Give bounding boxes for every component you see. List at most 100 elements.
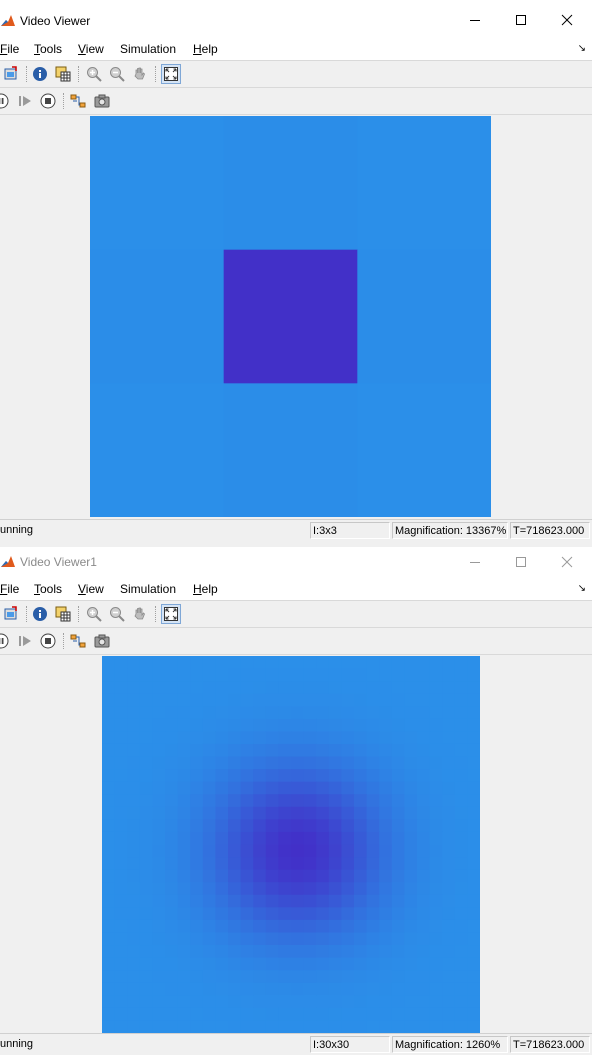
menu-tools[interactable]: Tools xyxy=(34,42,62,56)
pixel-cell xyxy=(391,995,405,1009)
pixel-cell xyxy=(354,970,368,984)
pixel-cell xyxy=(303,982,317,996)
pixel-cell xyxy=(454,693,468,707)
new-viewer-button[interactable] xyxy=(2,605,20,623)
stop-button[interactable] xyxy=(39,92,57,110)
menu-view[interactable]: View xyxy=(78,42,104,56)
pixel-cell xyxy=(114,831,128,846)
pixel-cell xyxy=(316,731,330,745)
pause-button[interactable] xyxy=(0,92,10,110)
pixel-cell xyxy=(202,756,216,770)
pixel-cell xyxy=(240,882,254,896)
pixel-cell xyxy=(379,982,393,996)
pixel-cell xyxy=(467,706,481,720)
pixel-cell xyxy=(404,932,418,946)
highlight-simulink-button[interactable] xyxy=(69,632,87,650)
zoom-out-button[interactable] xyxy=(108,65,126,83)
video-frame[interactable] xyxy=(90,116,492,518)
pixel-cell xyxy=(139,882,153,896)
pixel-cell xyxy=(454,995,468,1009)
pixel-cell xyxy=(265,718,279,732)
pause-button[interactable] xyxy=(0,632,10,650)
pixel-cell xyxy=(253,907,267,921)
video-frame[interactable] xyxy=(102,656,481,1034)
zoom-in-button[interactable] xyxy=(85,65,103,83)
dock-arrow-icon[interactable]: ↘ xyxy=(578,583,586,594)
menu-file[interactable]: File xyxy=(0,582,19,596)
pixel-cell xyxy=(253,718,267,732)
zoom-out-button[interactable] xyxy=(108,605,126,623)
maximize-button[interactable] xyxy=(498,547,544,577)
zoom-in-button[interactable] xyxy=(85,605,103,623)
minimize-button[interactable] xyxy=(452,0,498,39)
pixel-cell xyxy=(253,869,267,883)
pixel-cell xyxy=(303,806,317,820)
pixel-cell xyxy=(328,706,342,720)
menu-simulation[interactable]: Simulation xyxy=(120,582,176,596)
pixel-cell xyxy=(467,882,481,896)
pixel-cell xyxy=(291,1020,305,1034)
pixel-cell xyxy=(278,957,292,971)
pixel-cell xyxy=(202,970,216,984)
menu-file[interactable]: File xyxy=(0,42,19,56)
pixel-cell xyxy=(328,781,342,795)
pixel-cell xyxy=(139,844,153,858)
pixel-region-button[interactable] xyxy=(54,605,72,623)
info-button[interactable] xyxy=(31,65,49,83)
pixel-cell xyxy=(127,668,141,682)
pixel-cell xyxy=(240,907,254,921)
menu-view[interactable]: View xyxy=(78,582,104,596)
maximize-button[interactable] xyxy=(498,0,544,39)
menu-help[interactable]: Help xyxy=(193,582,218,596)
pixel-cell xyxy=(316,945,330,959)
pixel-cell xyxy=(328,819,342,833)
pixel-cell xyxy=(90,116,225,251)
pixel-region-button[interactable] xyxy=(54,65,72,83)
close-button[interactable] xyxy=(544,0,590,39)
pixel-cell xyxy=(291,894,305,908)
menu-help[interactable]: Help xyxy=(193,42,218,56)
menu-tools[interactable]: Tools xyxy=(34,582,62,596)
pixel-cell xyxy=(303,831,317,846)
pixel-cell xyxy=(265,1020,279,1034)
snapshot-button[interactable] xyxy=(93,632,111,650)
pan-button[interactable] xyxy=(131,605,149,623)
pixel-cell xyxy=(202,706,216,720)
title-bar[interactable]: Video Viewer1 xyxy=(0,547,592,579)
pixel-cell xyxy=(467,1007,481,1022)
video-viewer1-window: Video Viewer1 File Tools View Simulation… xyxy=(0,547,592,1055)
snapshot-button[interactable] xyxy=(93,92,111,110)
info-button[interactable] xyxy=(31,605,49,623)
pixel-cell xyxy=(417,693,431,707)
new-viewer-button[interactable] xyxy=(2,65,20,83)
pixel-cell xyxy=(265,731,279,745)
minimize-button[interactable] xyxy=(452,547,498,577)
pixel-cell xyxy=(240,995,254,1009)
matlab-icon[interactable] xyxy=(0,554,16,570)
stop-button[interactable] xyxy=(39,632,57,650)
title-bar[interactable]: Video Viewer xyxy=(0,0,592,39)
pixel-cell xyxy=(152,957,166,971)
fit-to-view-button[interactable] xyxy=(161,604,181,624)
step-forward-button[interactable] xyxy=(16,92,34,110)
pixel-cell xyxy=(303,781,317,795)
step-forward-button[interactable] xyxy=(16,632,34,650)
pixel-cell xyxy=(404,806,418,820)
pixel-cell xyxy=(240,945,254,959)
close-button[interactable] xyxy=(544,547,590,577)
pan-button[interactable] xyxy=(131,65,149,83)
menu-simulation[interactable]: Simulation xyxy=(120,42,176,56)
matlab-icon[interactable] xyxy=(0,13,16,29)
highlight-simulink-button[interactable] xyxy=(69,92,87,110)
pixel-cell xyxy=(379,806,393,820)
pixel-cell xyxy=(404,1020,418,1034)
fit-to-view-button[interactable] xyxy=(161,64,181,84)
pixel-cell xyxy=(240,781,254,795)
pixel-cell xyxy=(102,693,116,707)
pixel-cell xyxy=(379,831,393,846)
pixel-cell xyxy=(291,1007,305,1022)
dock-arrow-icon[interactable]: ↘ xyxy=(578,43,586,54)
pixel-cell xyxy=(341,656,355,670)
pixel-cell xyxy=(328,693,342,707)
pixel-cell xyxy=(316,756,330,770)
